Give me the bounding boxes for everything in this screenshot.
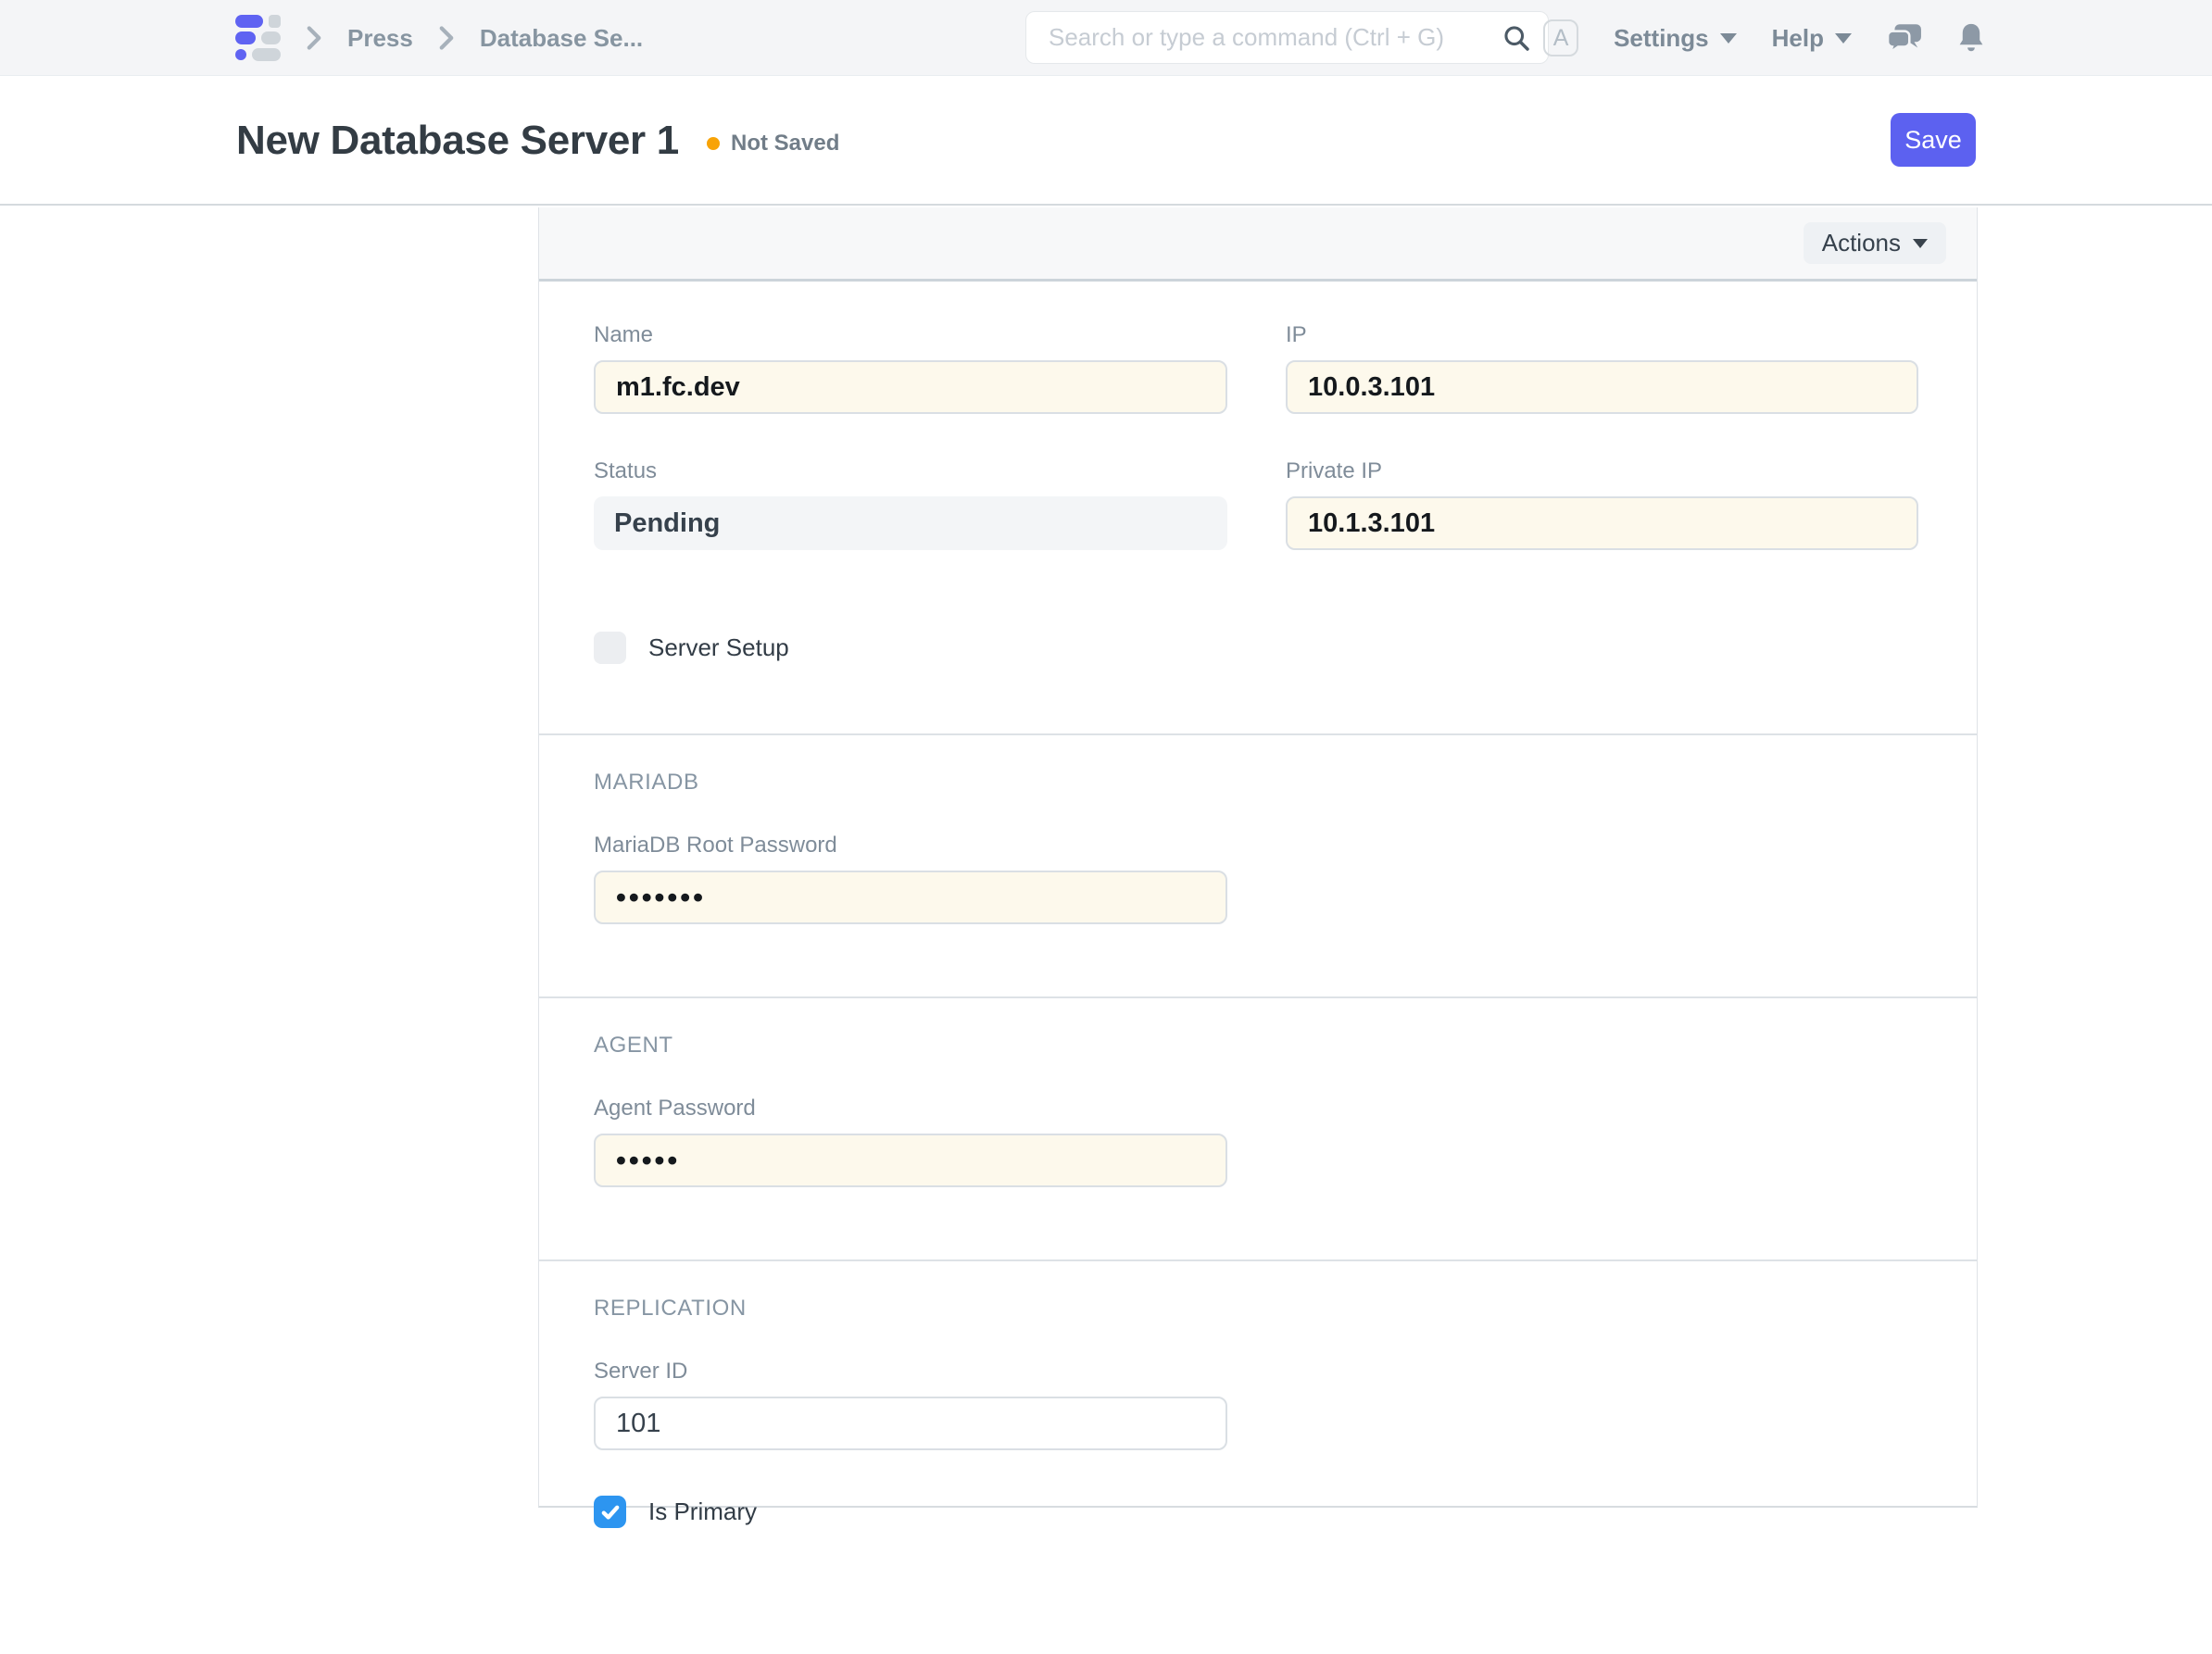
notifications-bell-icon[interactable] — [1957, 22, 1985, 54]
server-setup-checkbox[interactable] — [594, 632, 626, 664]
logo-bar — [235, 15, 263, 28]
actions-button[interactable]: Actions — [1804, 222, 1946, 264]
ip-input[interactable]: 10.0.3.101 — [1286, 360, 1918, 414]
chevron-right-icon — [438, 25, 455, 51]
logo-bar — [261, 31, 281, 44]
agent-password-input[interactable]: ••••• — [594, 1134, 1227, 1187]
form-toolbar: Actions — [539, 207, 1977, 282]
mariadb-root-password-input[interactable]: ••••••• — [594, 871, 1227, 924]
field-ip: IP 10.0.3.101 — [1286, 323, 1918, 414]
help-menu[interactable]: Help — [1772, 24, 1852, 53]
field-mariadb-root-password: MariaDB Root Password ••••••• — [594, 833, 1917, 924]
chevron-down-icon — [1835, 33, 1852, 44]
field-private-ip-label: Private IP — [1286, 459, 1918, 483]
is-primary-checkbox[interactable] — [594, 1496, 626, 1528]
navbar-left: Press Database Se... — [235, 0, 643, 76]
search-input[interactable] — [1026, 12, 1502, 63]
section-agent-heading: AGENT — [594, 1034, 1917, 1058]
chat-icon[interactable] — [1887, 23, 1922, 53]
field-agent-password: Agent Password ••••• — [594, 1096, 1917, 1187]
logo-bar — [269, 15, 281, 28]
breadcrumb-press[interactable]: Press — [347, 24, 413, 53]
save-status-text: Not Saved — [731, 131, 839, 157]
logo-bar — [235, 31, 256, 44]
server-setup-label[interactable]: Server Setup — [648, 633, 789, 662]
settings-menu[interactable]: Settings — [1614, 24, 1737, 53]
section-basic: Name m1.fc.dev IP 10.0.3.101 Status Pend… — [539, 282, 1977, 733]
server-id-label: Server ID — [594, 1360, 1917, 1384]
actions-button-label: Actions — [1822, 229, 1901, 257]
status-value: Pending — [594, 496, 1227, 550]
field-status-label: Status — [594, 459, 1227, 483]
help-menu-label: Help — [1772, 24, 1824, 53]
form-container: Actions Name m1.fc.dev IP 10.0.3.101 Sta… — [538, 207, 1978, 1508]
logo-bar — [235, 49, 246, 60]
section-agent: AGENT Agent Password ••••• — [539, 996, 1977, 1259]
private-ip-input[interactable]: 10.1.3.101 — [1286, 496, 1918, 550]
settings-menu-label: Settings — [1614, 24, 1709, 53]
section-mariadb-heading: MARIADB — [594, 771, 1917, 795]
chevron-right-icon — [306, 25, 322, 51]
mariadb-root-password-label: MariaDB Root Password — [594, 833, 1917, 858]
avatar[interactable]: A — [1543, 19, 1578, 56]
field-server-setup: Server Setup — [594, 632, 1917, 664]
field-private-ip: Private IP 10.1.3.101 — [1286, 459, 1918, 595]
name-input[interactable]: m1.fc.dev — [594, 360, 1227, 414]
search-icon[interactable] — [1502, 23, 1531, 53]
orange-dot-icon — [707, 137, 720, 150]
save-button[interactable]: Save — [1891, 113, 1976, 167]
caret-down-icon — [1913, 239, 1928, 248]
navbar: Press Database Se... A Settings Help — [0, 0, 2212, 76]
server-id-input[interactable]: 101 — [594, 1397, 1227, 1450]
section-replication: REPLICATION Server ID 101 Is Primary — [539, 1259, 1977, 1570]
navbar-right: A Settings Help — [1543, 0, 1985, 76]
breadcrumb-database-server[interactable]: Database Se... — [480, 24, 643, 53]
field-name: Name m1.fc.dev — [594, 323, 1227, 414]
logo-bar — [252, 48, 281, 61]
section-replication-heading: REPLICATION — [594, 1297, 1917, 1321]
agent-password-label: Agent Password — [594, 1096, 1917, 1121]
field-is-primary: Is Primary — [594, 1496, 1917, 1528]
section-mariadb: MARIADB MariaDB Root Password ••••••• — [539, 733, 1977, 996]
chevron-down-icon — [1720, 33, 1737, 44]
field-status: Status Pending — [594, 459, 1227, 550]
page-title: New Database Server 1 — [236, 118, 679, 164]
page-header: New Database Server 1 Not Saved Save — [0, 76, 2212, 206]
field-server-id: Server ID 101 — [594, 1360, 1917, 1450]
field-ip-label: IP — [1286, 323, 1918, 347]
save-status-indicator: Not Saved — [707, 131, 839, 157]
field-name-label: Name — [594, 323, 1227, 347]
is-primary-label[interactable]: Is Primary — [648, 1497, 757, 1526]
global-search — [1025, 11, 1549, 64]
app-logo[interactable] — [235, 15, 281, 61]
